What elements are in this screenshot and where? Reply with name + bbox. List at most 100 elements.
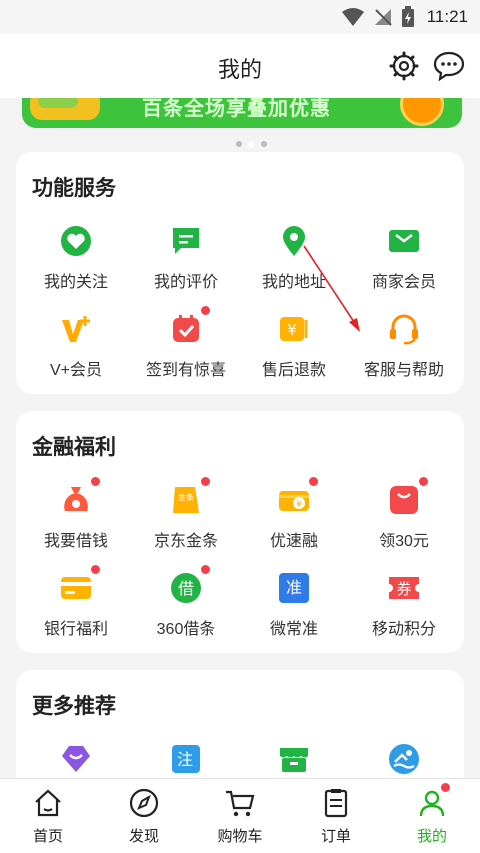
tab-cart[interactable]: 购物车 — [192, 787, 288, 846]
loan-icon: 借 — [169, 565, 210, 605]
note-icon: 注 — [169, 742, 203, 776]
new-badge-dot — [91, 565, 100, 574]
note-glyph: 注 — [177, 750, 193, 769]
weichangzhun-label: 微常准 — [269, 621, 318, 638]
vplus-item[interactable]: V+会员 — [20, 312, 132, 380]
banner-pager — [236, 141, 267, 148]
bank-card-icon — [59, 565, 100, 605]
vplus-icon — [59, 312, 93, 346]
finance-card: 金融福利 我要借钱 金条 京东金条 ¥ 优速融 领30元 银行福利 借 360借… — [16, 411, 464, 653]
more-title: 更多推荐 — [32, 695, 116, 718]
vplus-label: V+会员 — [49, 362, 103, 379]
svg-text:¥: ¥ — [287, 321, 297, 339]
headset-icon — [387, 312, 421, 346]
banner-cta-button[interactable] — [400, 98, 444, 126]
more-item-crown[interactable] — [20, 742, 132, 776]
cart-icon — [224, 787, 256, 819]
pager-dot — [236, 141, 242, 147]
review-label: 我的评价 — [153, 274, 218, 291]
customer-service-label: 客服与帮助 — [363, 362, 444, 379]
new-badge-dot — [419, 477, 428, 486]
borrow-money-item[interactable]: 我要借钱 — [20, 477, 132, 551]
gold-bar-glyph: 金条 — [178, 492, 194, 502]
loan-glyph: 借 — [178, 579, 194, 598]
zhun-glyph: 准 — [286, 578, 302, 597]
functions-title: 功能服务 — [32, 177, 116, 200]
tab-orders[interactable]: 订单 — [288, 787, 384, 846]
bottom-tab-bar: 首页 发现 购物车 订单 我的 — [0, 778, 480, 853]
money-bag-icon — [59, 477, 100, 517]
coupon-glyph: 券 — [396, 580, 411, 598]
more-item-store[interactable] — [238, 742, 350, 776]
crown-icon — [59, 742, 93, 776]
promo-banner[interactable]: 百条全场享叠加优惠 — [22, 98, 462, 128]
battery-icon — [401, 6, 414, 27]
tab-home[interactable]: 首页 — [0, 787, 96, 846]
follow-item[interactable]: 我的关注 — [20, 224, 132, 292]
new-badge-dot — [201, 306, 210, 315]
yen-card-icon: ¥ — [277, 477, 318, 517]
status-icons: 11:21 — [341, 6, 468, 28]
address-item[interactable]: 我的地址 — [238, 224, 350, 292]
tab-profile-label: 我的 — [416, 828, 447, 845]
merchant-member-label: 商家会员 — [371, 274, 436, 291]
message-icon[interactable] — [433, 50, 465, 82]
merchant-member-item[interactable]: 商家会员 — [348, 224, 460, 292]
yousurong-item[interactable]: ¥ 优速融 — [238, 477, 350, 551]
new-badge-dot — [309, 477, 318, 486]
order-icon — [320, 787, 352, 819]
follow-label: 我的关注 — [43, 274, 108, 291]
status-bar: 11:21 — [0, 0, 480, 34]
review-item[interactable]: 我的评价 — [130, 224, 242, 292]
mobile-points-item[interactable]: 券 移动积分 — [348, 571, 460, 639]
checkin-item[interactable]: 签到有惊喜 — [130, 306, 242, 380]
weichangzhun-item[interactable]: 准 微常准 — [238, 571, 350, 639]
fruit-basket-image — [30, 98, 100, 120]
status-time: 11:21 — [426, 7, 468, 26]
store-icon — [277, 742, 311, 776]
bank-benefit-item[interactable]: 银行福利 — [20, 565, 132, 639]
tab-home-label: 首页 — [32, 828, 63, 845]
heart-icon — [59, 224, 93, 258]
bank-benefit-label: 银行福利 — [43, 621, 108, 638]
notification-dot — [441, 783, 450, 792]
no-signal-icon — [374, 9, 392, 26]
more-item-note[interactable]: 注 — [130, 742, 242, 776]
tab-profile[interactable]: 我的 — [384, 783, 480, 846]
top-header: 我的 — [0, 34, 480, 98]
banner-text: 百条全场享叠加优惠 — [142, 98, 331, 120]
address-label: 我的地址 — [261, 274, 326, 291]
more-item-swim[interactable] — [348, 742, 460, 776]
tab-discover-label: 发现 — [128, 828, 159, 845]
pager-dot — [261, 141, 267, 147]
new-badge-dot — [201, 565, 210, 574]
comment-icon — [169, 224, 203, 258]
member-card-icon — [387, 224, 421, 258]
finance-title: 金融福利 — [32, 436, 116, 459]
refund-item[interactable]: ¥ 售后退款 — [238, 312, 350, 380]
calendar-check-icon — [169, 306, 210, 346]
tab-discover[interactable]: 发现 — [96, 787, 192, 846]
gold-bar-icon: 金条 — [169, 477, 210, 517]
location-pin-icon — [277, 224, 311, 258]
jd-jintiao-item[interactable]: 金条 京东金条 — [130, 477, 242, 551]
home-icon — [32, 787, 64, 819]
claim-30-item[interactable]: 领30元 — [348, 477, 460, 551]
360-jietiao-item[interactable]: 借 360借条 — [130, 565, 242, 639]
new-badge-dot — [201, 477, 210, 486]
checkin-label: 签到有惊喜 — [145, 362, 226, 379]
swim-icon — [387, 742, 421, 776]
pager-dot-active — [248, 141, 255, 148]
profile-icon — [416, 783, 450, 819]
red-envelope-icon — [387, 477, 428, 517]
tab-orders-label: 订单 — [320, 828, 351, 845]
coupon-icon: 券 — [387, 571, 421, 605]
refund-label: 售后退款 — [261, 362, 326, 379]
wifi-icon — [341, 8, 364, 26]
claim-30-label: 领30元 — [379, 533, 429, 550]
functions-card: 功能服务 我的关注 我的评价 我的地址 商家会员 V+会员 签到有惊喜 ¥ 售后… — [16, 152, 464, 394]
mobile-points-label: 移动积分 — [371, 621, 436, 638]
compass-icon — [128, 787, 160, 819]
customer-service-item[interactable]: 客服与帮助 — [348, 312, 460, 380]
settings-gear-icon[interactable] — [388, 50, 420, 82]
